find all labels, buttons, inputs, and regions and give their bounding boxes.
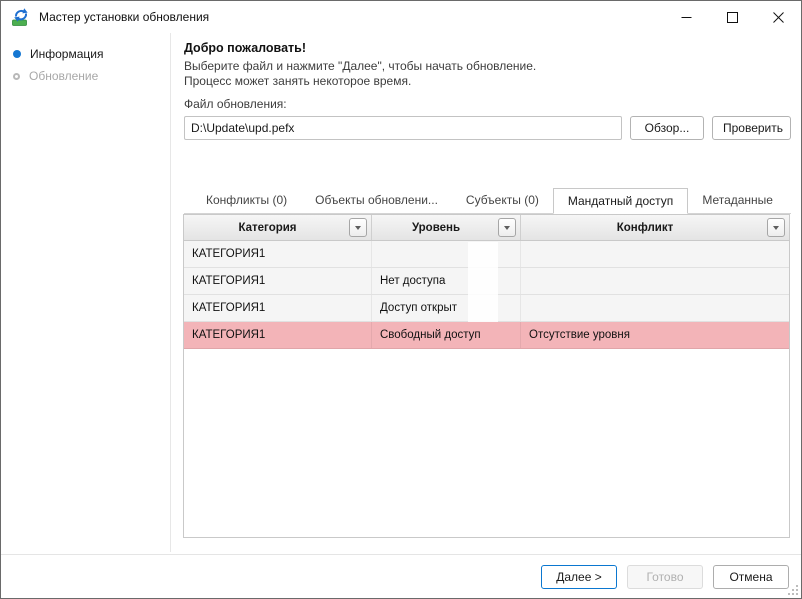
step-pending-dot-icon: [13, 73, 20, 80]
tab-mandatory-access[interactable]: Мандатный доступ: [553, 188, 688, 214]
minimize-button[interactable]: [663, 1, 709, 33]
sidebar-item-information[interactable]: Информация: [1, 43, 170, 65]
filter-dropdown-button[interactable]: [498, 218, 516, 237]
finish-button[interactable]: Готово: [627, 565, 703, 589]
filter-dropdown-button[interactable]: [349, 218, 367, 237]
cell-conflict: [521, 241, 789, 267]
tab-metadata[interactable]: Метаданные: [688, 188, 787, 213]
description-line-1: Выберите файл и нажмите "Далее", чтобы н…: [184, 59, 536, 74]
maximize-icon: [727, 12, 738, 23]
table-row-conflict-highlight[interactable]: КАТЕГОРИЯ1 Свободный доступ Отсутствие у…: [184, 322, 789, 349]
mandatory-access-table: Категория Уровень Конфликт КАТЕГОРИЯ1 КА…: [183, 214, 790, 538]
cell-conflict: Отсутствие уровня: [521, 322, 789, 348]
chevron-down-icon: [355, 226, 361, 230]
page-title: Добро пожаловать!: [184, 41, 306, 55]
title-bar: Мастер установки обновления: [1, 1, 801, 33]
cell-level: Доступ открыт: [372, 295, 521, 321]
cell-conflict: [521, 268, 789, 294]
filter-dropdown-button[interactable]: [767, 218, 785, 237]
cancel-button[interactable]: Отмена: [713, 565, 789, 589]
maximize-button[interactable]: [709, 1, 755, 33]
sidebar-item-update[interactable]: Обновление: [1, 65, 170, 87]
browse-button[interactable]: Обзор...: [630, 116, 704, 140]
description-line-2: Процесс может занять некоторое время.: [184, 74, 536, 89]
window-title: Мастер установки обновления: [39, 10, 209, 24]
column-header-label: Категория: [238, 222, 296, 234]
wizard-steps-sidebar: Информация Обновление: [1, 33, 171, 552]
footer-divider: [1, 554, 801, 555]
step-label: Информация: [30, 47, 103, 61]
cell-level: [372, 241, 521, 267]
cell-category: КАТЕГОРИЯ1: [184, 322, 372, 348]
cell-level: Свободный доступ: [372, 322, 521, 348]
tab-strip: Конфликты (0) Объекты обновлени... Субъе…: [184, 188, 791, 214]
column-header-label: Конфликт: [617, 222, 674, 234]
cell-conflict: [521, 295, 789, 321]
table-row[interactable]: КАТЕГОРИЯ1 Нет доступа: [184, 268, 789, 295]
close-icon: [773, 12, 784, 23]
table-header-row: Категория Уровень Конфликт: [184, 215, 789, 241]
cell-category: КАТЕГОРИЯ1: [184, 295, 372, 321]
table-row[interactable]: КАТЕГОРИЯ1 Доступ открыт: [184, 295, 789, 322]
wizard-window: Мастер установки обновления Информация О…: [0, 0, 802, 599]
cell-level: Нет доступа: [372, 268, 521, 294]
step-active-dot-icon: [13, 50, 21, 58]
next-button[interactable]: Далее >: [541, 565, 617, 589]
tab-subjects[interactable]: Субъекты (0): [452, 188, 553, 213]
check-button[interactable]: Проверить: [712, 116, 791, 140]
update-app-icon: [11, 7, 31, 27]
table-row[interactable]: КАТЕГОРИЯ1: [184, 241, 789, 268]
chevron-down-icon: [504, 226, 510, 230]
minimize-icon: [681, 12, 692, 23]
column-header-level[interactable]: Уровень: [372, 215, 521, 240]
resize-grip[interactable]: [787, 584, 799, 596]
close-button[interactable]: [755, 1, 801, 33]
page-description: Выберите файл и нажмите "Далее", чтобы н…: [184, 59, 536, 89]
column-header-label: Уровень: [412, 222, 460, 234]
update-file-input[interactable]: [184, 116, 622, 140]
footer-buttons: Далее > Готово Отмена: [541, 565, 789, 589]
tab-conflicts[interactable]: Конфликты (0): [192, 188, 301, 213]
step-label: Обновление: [29, 69, 98, 83]
cell-category: КАТЕГОРИЯ1: [184, 268, 372, 294]
cell-category: КАТЕГОРИЯ1: [184, 241, 372, 267]
file-selection-row: Обзор... Проверить: [184, 116, 791, 140]
tab-update-objects[interactable]: Объекты обновлени...: [301, 188, 452, 213]
chevron-down-icon: [773, 226, 779, 230]
window-controls: [663, 1, 801, 33]
file-field-label: Файл обновления:: [184, 97, 287, 111]
column-header-category[interactable]: Категория: [184, 215, 372, 240]
column-header-conflict[interactable]: Конфликт: [521, 215, 789, 240]
